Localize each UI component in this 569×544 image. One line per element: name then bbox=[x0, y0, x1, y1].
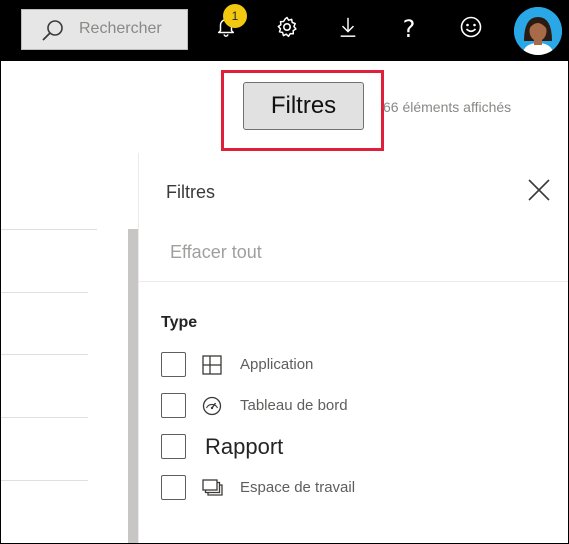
list-row-divider bbox=[0, 480, 88, 481]
filter-pane: Filtres Effacer tout Type Application Ta… bbox=[138, 153, 569, 544]
smiley-icon bbox=[460, 16, 482, 38]
type-heading: Type bbox=[161, 314, 198, 331]
checkbox[interactable] bbox=[161, 393, 186, 418]
checkbox[interactable] bbox=[161, 434, 186, 459]
download-button[interactable] bbox=[334, 13, 362, 41]
pane-title: Filtres bbox=[166, 182, 215, 202]
list-row-divider bbox=[0, 229, 97, 230]
option-label: Application bbox=[240, 356, 314, 373]
user-avatar-icon bbox=[514, 7, 562, 55]
help-icon[interactable]: ? bbox=[399, 14, 419, 44]
top-bar: Rechercher 1 ? bbox=[0, 0, 569, 61]
filter-option-report[interactable]: Rapport bbox=[161, 434, 541, 460]
filters-button[interactable]: Filtres bbox=[243, 82, 364, 130]
list-row-divider bbox=[0, 292, 88, 293]
settings-button[interactable] bbox=[273, 13, 301, 41]
items-count: 66 éléments affichés bbox=[383, 99, 512, 115]
option-label: Tableau de bord bbox=[240, 397, 348, 414]
list-row-divider bbox=[0, 354, 88, 355]
dashboard-gauge-icon bbox=[202, 396, 222, 416]
search-box[interactable]: Rechercher bbox=[21, 9, 188, 50]
option-label: Espace de travail bbox=[240, 479, 356, 496]
clear-all-button[interactable]: Effacer tout bbox=[170, 242, 262, 263]
list-scrollbar[interactable] bbox=[128, 229, 138, 544]
search-placeholder: Rechercher bbox=[79, 20, 162, 37]
app-icon bbox=[202, 355, 222, 375]
download-icon bbox=[340, 17, 356, 37]
workspace-icon bbox=[202, 479, 223, 496]
filter-option-application[interactable]: Application bbox=[161, 352, 541, 378]
feedback-button[interactable] bbox=[457, 13, 485, 41]
search-icon bbox=[42, 20, 63, 41]
option-label: Rapport bbox=[205, 434, 284, 459]
filter-option-dashboard[interactable]: Tableau de bord bbox=[161, 393, 541, 419]
notification-badge: 1 bbox=[223, 4, 247, 28]
gear-icon bbox=[277, 16, 297, 38]
close-icon[interactable] bbox=[527, 178, 551, 202]
pane-divider bbox=[139, 281, 569, 282]
checkbox[interactable] bbox=[161, 352, 186, 377]
avatar[interactable] bbox=[514, 7, 562, 55]
list-row-divider bbox=[0, 417, 88, 418]
filter-option-workspace[interactable]: Espace de travail bbox=[161, 475, 541, 501]
checkbox[interactable] bbox=[161, 475, 186, 500]
